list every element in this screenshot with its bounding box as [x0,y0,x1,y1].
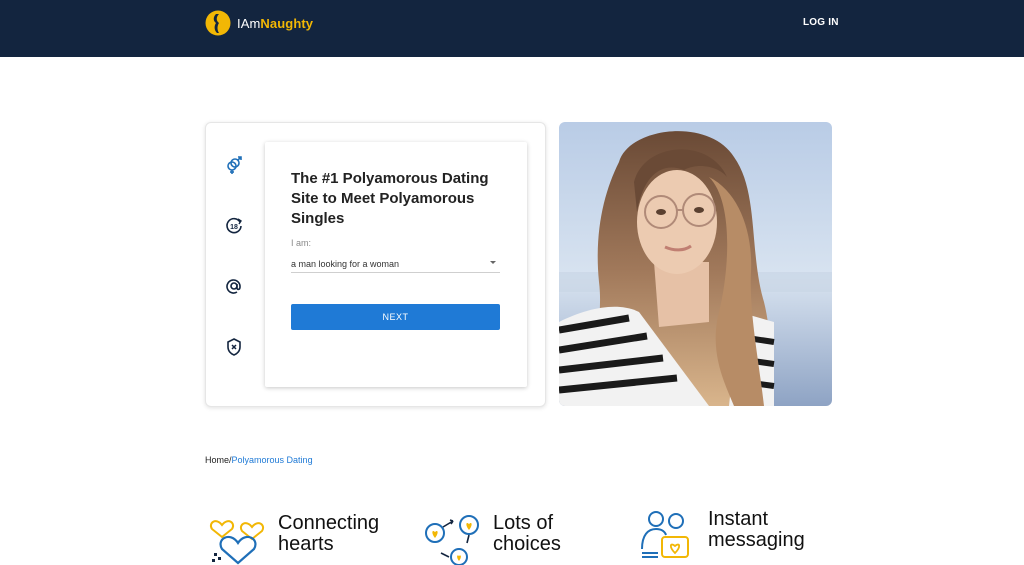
iam-select[interactable]: a man looking for a woman [291,254,500,273]
feature-line-1: Instant [708,508,769,530]
shield-icon [227,338,241,356]
messaging-icon [641,511,689,558]
signup-heading: The #1 Polyamorous Dating Site to Meet P… [291,170,489,227]
logo-prefix: IAm [237,15,261,31]
breadcrumb-home-link[interactable]: Home [205,455,229,465]
chevron-down-icon [490,261,496,264]
iam-select-value: a man looking for a woman [291,259,400,269]
feature-line-1: Connecting [278,512,380,534]
login-link[interactable]: LOG IN [803,17,839,28]
iam-label: I am: [291,238,312,248]
hearts-icon [210,520,264,565]
next-button[interactable]: NEXT [291,304,500,330]
email-at-icon [226,279,241,294]
feature-label: Connecting hearts [278,513,379,555]
hero-photo [559,122,832,406]
feature-line-2: choices [493,533,561,555]
signup-card: 18 The #1 Polyamorous Dating Site to Mee… [205,122,546,407]
breadcrumb-current-link[interactable]: Polyamorous Dating [232,455,313,465]
breadcrumb: Home/Polyamorous Dating [205,455,313,465]
choices-icon [425,515,479,565]
gender-icon [227,156,242,174]
svg-text:18: 18 [230,224,238,231]
feature-lots-of-choices: Lots of choices [423,513,561,565]
top-nav-bar: IAmNaughty LOG IN [0,0,1024,57]
feature-instant-messaging: Instant messaging [638,509,805,561]
signup-form-panel: The #1 Polyamorous Dating Site to Meet P… [265,142,527,387]
logo-text: IAmNaughty [237,16,313,31]
feature-label: Instant messaging [708,509,805,551]
age-18-icon: 18 [226,217,242,234]
site-logo[interactable]: IAmNaughty [205,10,313,36]
feature-line-2: hearts [278,533,334,555]
feature-line-1: Lots of [493,512,554,534]
feature-connecting-hearts: Connecting hearts [208,513,379,565]
logo-icon [205,10,231,36]
woman-photo-illustration [559,122,832,406]
logo-brand: Naughty [260,15,314,31]
feature-label: Lots of choices [493,513,561,555]
feature-line-2: messaging [708,529,805,551]
